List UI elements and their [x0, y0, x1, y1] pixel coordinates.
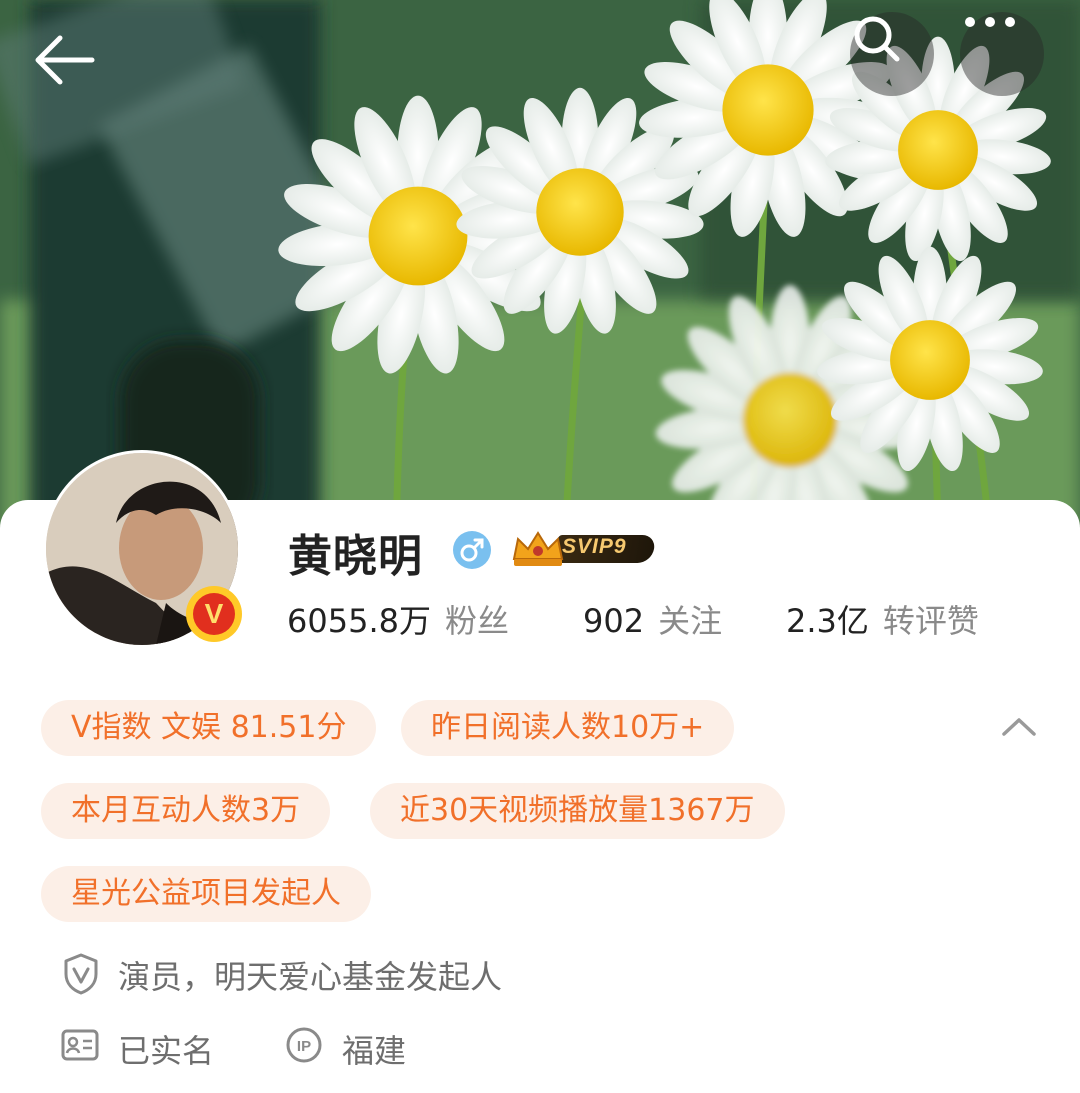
tag-monthly-interactions[interactable]: 本月互动人数3万 — [41, 783, 331, 839]
crown-icon — [512, 531, 564, 566]
stat-value: 902 — [583, 602, 645, 640]
ip-icon: IP — [286, 1027, 322, 1063]
svg-text:IP: IP — [297, 1038, 311, 1055]
ip-location: 福建 — [342, 1032, 407, 1070]
tag-video-plays[interactable]: 近30天视频播放量1367万 — [370, 783, 785, 839]
stat-following[interactable]: 902 关注 — [583, 596, 722, 642]
more-button[interactable] — [960, 12, 1044, 96]
svip-level: SVIP9 — [562, 535, 627, 558]
real-name-status: 已实名 — [118, 1032, 215, 1070]
chevron-up-icon — [1002, 718, 1036, 736]
verified-badge: V — [186, 586, 242, 642]
profile-name: 黄晓明 — [288, 531, 423, 582]
tag-yesterday-readers[interactable]: 昨日阅读人数10万+ — [401, 700, 735, 756]
back-button[interactable] — [30, 30, 100, 90]
svip-badge[interactable]: SVIP9 — [510, 529, 657, 569]
tag-v-index[interactable]: V指数 文娱 81.51分 — [41, 700, 377, 756]
arrow-left-icon — [35, 35, 95, 85]
stat-value: 6055.8万 — [287, 602, 431, 640]
stat-likes[interactable]: 2.3亿 转评赞 — [786, 596, 979, 642]
male-icon — [453, 531, 491, 569]
stat-label: 转评赞 — [882, 602, 979, 640]
stat-value: 2.3亿 — [786, 602, 869, 640]
collapse-button[interactable] — [1000, 712, 1038, 742]
more-horizontal-icon — [965, 17, 1015, 27]
stat-label: 粉丝 — [444, 602, 509, 640]
shield-icon — [64, 953, 98, 995]
verification-info: 演员，明天爱心基金发起人 — [118, 958, 503, 996]
stat-label: 关注 — [658, 602, 723, 640]
tag-charity[interactable]: 星光公益项目发起人 — [41, 866, 371, 922]
search-icon — [854, 16, 900, 62]
id-card-icon — [61, 1029, 99, 1061]
search-button[interactable] — [850, 12, 934, 96]
stat-followers[interactable]: 6055.8万 粉丝 — [287, 596, 509, 642]
